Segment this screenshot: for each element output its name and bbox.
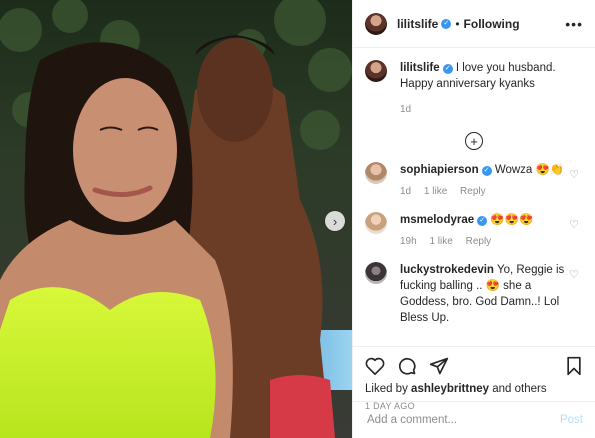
add-comment-bar: Post (353, 401, 595, 438)
post-media[interactable]: › (0, 0, 352, 438)
liked-suffix[interactable]: and others (492, 383, 546, 395)
verified-badge-icon: ✓ (442, 64, 453, 74)
following-button[interactable]: Following (464, 17, 520, 31)
comment-item: msmelodyrae ✓ 😍😍😍 19h 1 like Reply ♡ (365, 212, 583, 250)
instagram-post: › lilitslife ✓ • Following ••• lilitslif… (0, 0, 595, 438)
caption-time: 1d (400, 104, 412, 115)
post-sidebar: lilitslife ✓ • Following ••• lilitslife ✓… (352, 0, 595, 438)
comment-username[interactable]: luckystrokedevin (400, 264, 494, 276)
comments-list[interactable]: lilitslife ✓ I love you husband. Happy an… (353, 48, 595, 346)
likes-summary: Liked by ashleybrittney and others (365, 383, 583, 395)
plus-circle-icon[interactable]: + (465, 132, 483, 150)
comment-username[interactable]: sophiapierson (400, 164, 479, 176)
post-photo (0, 0, 352, 438)
next-slide-button[interactable]: › (325, 211, 345, 231)
share-icon[interactable] (429, 356, 449, 376)
liked-prefix: Liked by (365, 383, 408, 395)
reply-button[interactable]: Reply (460, 186, 486, 197)
post-comment-button[interactable]: Post (560, 414, 583, 426)
avatar[interactable] (365, 60, 387, 82)
action-icons (365, 355, 583, 377)
reply-button[interactable]: Reply (466, 236, 492, 247)
post-header: lilitslife ✓ • Following ••• (353, 0, 595, 48)
comment-likes[interactable]: 1 like (429, 236, 452, 247)
comment-icon[interactable] (397, 356, 417, 376)
comment-item: luckystrokedevin Yo, Reggie is fucking b… (365, 262, 583, 326)
avatar[interactable] (365, 162, 387, 184)
chevron-right-icon: › (332, 213, 338, 229)
comment-input[interactable] (365, 413, 560, 427)
comment-text: Wowza 😍👏 (494, 164, 565, 176)
avatar[interactable] (365, 12, 387, 35)
caption: lilitslife ✓ I love you husband. Happy an… (365, 60, 583, 118)
comment-username[interactable]: msmelodyrae (400, 214, 474, 226)
verified-badge-icon: ✓ (481, 166, 492, 176)
heart-icon[interactable]: ♡ (569, 218, 579, 231)
comment-time: 19h (400, 236, 417, 247)
comment-item: sophiapierson ✓ Wowza 😍👏 1d 1 like Reply … (365, 162, 583, 200)
verified-badge-icon: ✓ (441, 18, 452, 29)
heart-icon[interactable] (365, 357, 385, 375)
separator: • (455, 16, 460, 31)
heart-icon[interactable]: ♡ (569, 168, 579, 181)
load-more-comments[interactable]: + (365, 132, 583, 150)
comment-text: 😍😍😍 (490, 214, 534, 226)
caption-username[interactable]: lilitslife (400, 62, 440, 74)
verified-badge-icon: ✓ (477, 216, 488, 226)
heart-icon[interactable]: ♡ (569, 268, 579, 281)
liked-user[interactable]: ashleybrittney (411, 383, 489, 395)
ellipsis-icon[interactable]: ••• (565, 16, 583, 32)
author-username[interactable]: lilitslife (397, 17, 438, 31)
comment-likes[interactable]: 1 like (424, 186, 447, 197)
avatar[interactable] (365, 212, 387, 234)
avatar[interactable] (365, 262, 387, 284)
comment-time: 1d (400, 186, 412, 197)
bookmark-icon[interactable] (565, 356, 583, 376)
